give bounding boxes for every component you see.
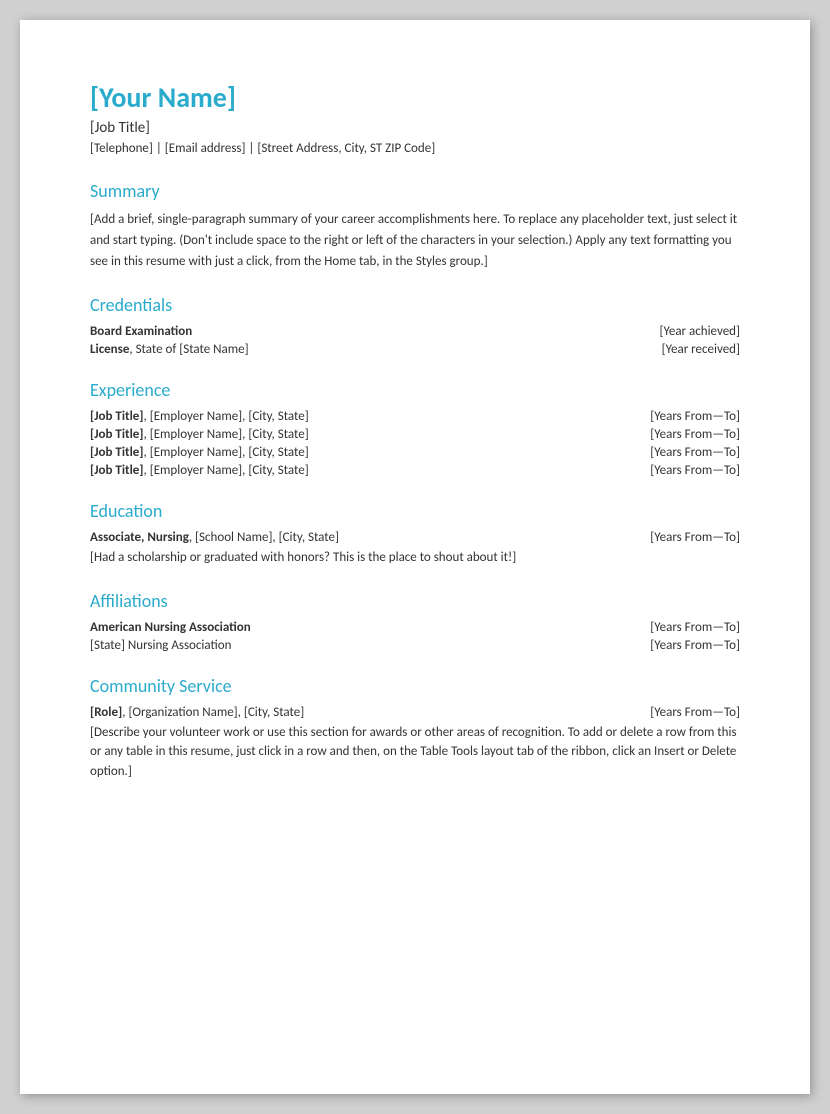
experience-section: Experience [Job Title], [Employer Name],… — [90, 379, 740, 478]
summary-section: Summary [Add a brief, single-paragraph s… — [90, 180, 740, 272]
experience-row-2: [Job Title], [Employer Name], [City, Sta… — [90, 427, 740, 442]
credentials-item-2-right: [Year received] — [662, 342, 740, 357]
experience-row-1: [Job Title], [Employer Name], [City, Sta… — [90, 409, 740, 424]
education-note: [Had a scholarship or graduated with hon… — [90, 548, 740, 568]
credentials-item-1-bold: Board Examination — [90, 324, 192, 339]
header-section: [Your Name] [Job Title] [Telephone] | [E… — [90, 80, 740, 156]
name-field: [Your Name] — [90, 80, 740, 115]
credentials-item-2-bold: License — [90, 342, 129, 357]
affiliations-title: Affiliations — [90, 590, 740, 612]
education-title: Education — [90, 500, 740, 522]
exp-right-4: [Years From—To] — [650, 463, 740, 478]
affiliations-section: Affiliations American Nursing Associatio… — [90, 590, 740, 653]
experience-row-3: [Job Title], [Employer Name], [City, Sta… — [90, 445, 740, 460]
credentials-title: Credentials — [90, 294, 740, 316]
experience-title: Experience — [90, 379, 740, 401]
affiliation-item-1: American Nursing Association — [90, 620, 251, 635]
edu-right-1: [Years From—To] — [650, 530, 740, 545]
community-service-row-1: [Role], [Organization Name], [City, Stat… — [90, 705, 740, 720]
community-service-section: Community Service [Role], [Organization … — [90, 675, 740, 782]
experience-row-4: [Job Title], [Employer Name], [City, Sta… — [90, 463, 740, 478]
education-section: Education Associate, Nursing, [School Na… — [90, 500, 740, 568]
job-title-field: [Job Title] — [90, 119, 740, 137]
affiliation-right-2: [Years From—To] — [650, 638, 740, 653]
summary-text: [Add a brief, single-paragraph summary o… — [90, 210, 740, 272]
exp-right-3: [Years From—To] — [650, 445, 740, 460]
community-service-note: [Describe your volunteer work or use thi… — [90, 723, 740, 782]
affiliations-row-1: American Nursing Association [Years From… — [90, 620, 740, 635]
community-service-title: Community Service — [90, 675, 740, 697]
affiliations-row-2: [State] Nursing Association [Years From—… — [90, 638, 740, 653]
credentials-row-2: License, State of [State Name] [Year rec… — [90, 342, 740, 357]
credentials-item-2-normal: , State of [State Name] — [129, 342, 248, 357]
exp-right-2: [Years From—To] — [650, 427, 740, 442]
exp-right-1: [Years From—To] — [650, 409, 740, 424]
cs-right-1: [Years From—To] — [650, 705, 740, 720]
resume-page: [Your Name] [Job Title] [Telephone] | [E… — [20, 20, 810, 1094]
affiliation-right-1: [Years From—To] — [650, 620, 740, 635]
education-row-1: Associate, Nursing, [School Name], [City… — [90, 530, 740, 545]
credentials-item-1-right: [Year achieved] — [659, 324, 740, 339]
summary-title: Summary — [90, 180, 740, 202]
credentials-section: Credentials Board Examination [Year achi… — [90, 294, 740, 357]
credentials-row-1: Board Examination [Year achieved] — [90, 324, 740, 339]
contact-field: [Telephone] | [Email address] | [Street … — [90, 141, 740, 156]
affiliation-item-2: [State] Nursing Association — [90, 638, 231, 653]
